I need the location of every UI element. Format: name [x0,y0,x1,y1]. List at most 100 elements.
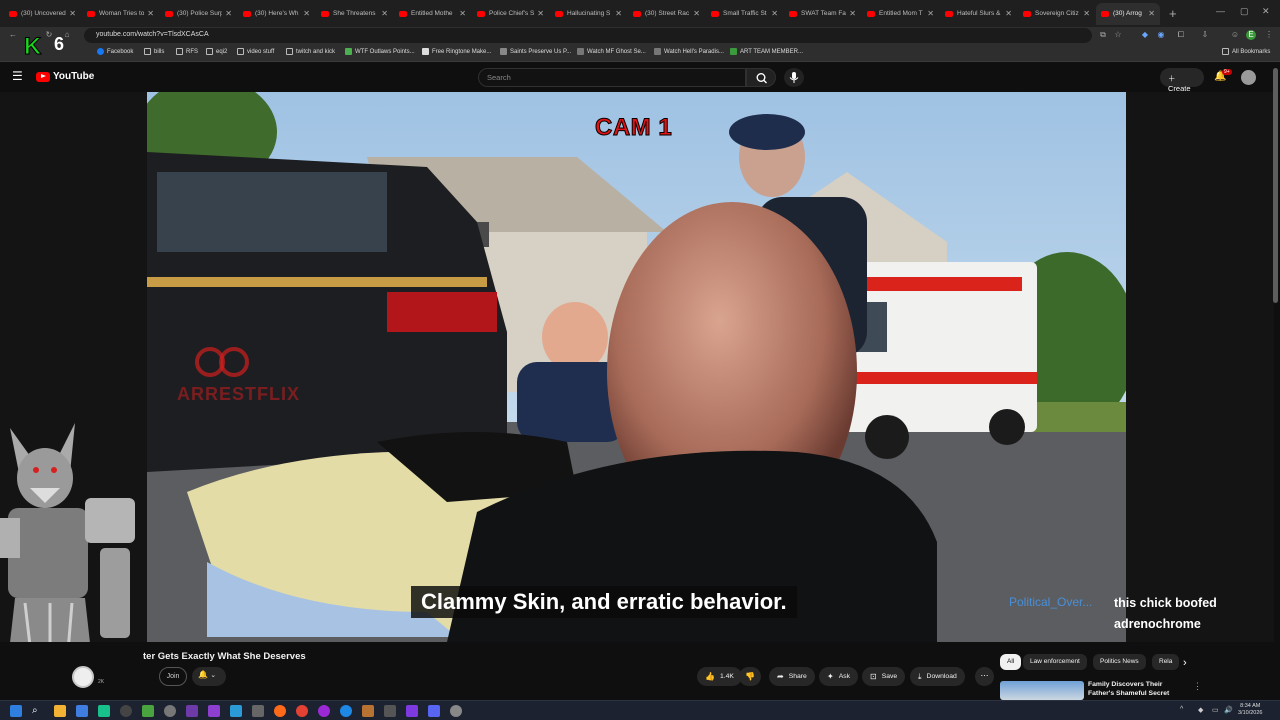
close-window-icon[interactable]: ✕ [1262,6,1270,17]
chip-politics-news[interactable]: Politics News [1093,654,1146,670]
close-tab-icon[interactable]: ✕ [1083,9,1090,18]
close-tab-icon[interactable]: ✕ [459,9,466,18]
more-vertical-icon[interactable]: ⋮ [1193,681,1202,692]
bookmark-folder[interactable]: eqi2 [206,48,227,55]
close-tab-icon[interactable]: ✕ [1148,9,1155,18]
back-icon[interactable]: ← [8,30,18,40]
app-icon[interactable] [208,705,220,717]
app-icon[interactable] [164,705,176,717]
new-tab-button[interactable]: + [1169,6,1177,21]
search-input[interactable]: Search [478,68,746,87]
bookmark-item[interactable]: Saints Preserve Us P... [500,48,571,55]
app-icon[interactable] [76,705,88,717]
browser-tab[interactable]: Sovereign Citiz ✕ [1018,3,1095,25]
install-icon[interactable]: ⧉ [1098,30,1108,40]
bookmark-item[interactable]: Facebook [97,48,133,55]
close-tab-icon[interactable]: ✕ [1005,9,1012,18]
taskbar-clock[interactable]: 8:34 AM 3/10/2026 [1238,703,1262,717]
video-player[interactable]: CAM 1 ARRESTFLIX Clammy Skin, and errati… [147,92,1126,642]
firefox-icon[interactable] [274,705,286,717]
browser-tab[interactable]: Woman Tries to ✕ [82,3,159,25]
extensions-puzzle-icon[interactable]: ⧠ [1176,30,1186,40]
close-tab-icon[interactable]: ✕ [303,9,310,18]
bookmark-item[interactable]: Free Ringtone Make... [422,48,491,55]
profile-icon[interactable]: ☺ [1230,30,1240,40]
browser-tab[interactable]: She Threatens ✕ [316,3,393,25]
profile-avatar-icon[interactable]: E [1246,30,1256,40]
maximize-icon[interactable]: ▢ [1240,6,1249,17]
windows-start-icon[interactable] [10,705,22,717]
app-icon[interactable] [252,705,264,717]
search-button[interactable] [746,68,776,87]
file-explorer-icon[interactable] [54,705,66,717]
voice-search-button[interactable] [784,68,804,87]
app-icon[interactable] [384,705,396,717]
share-button[interactable]: ➦ Share [769,667,815,686]
search-icon[interactable]: ⌕ [32,705,44,717]
app-icon[interactable] [340,705,352,717]
chevron-right-icon[interactable]: › [1183,657,1187,669]
browser-menu-icon[interactable]: ⋮ [1264,30,1274,40]
chip-law-enforcement[interactable]: Law enforcement [1023,654,1087,670]
browser-tab[interactable]: Entitled Mom T ✕ [862,3,939,25]
chip-all[interactable]: All [1000,654,1022,670]
recommendation-thumbnail[interactable] [1000,681,1084,700]
download-button[interactable]: ⤓ Download [910,667,965,686]
close-tab-icon[interactable]: ✕ [537,9,544,18]
save-button[interactable]: ⊡ Save [862,667,906,686]
app-icon[interactable] [186,705,198,717]
network-icon[interactable]: ▭ [1212,706,1219,714]
minimize-icon[interactable]: — [1216,6,1225,16]
subscription-bell-button[interactable]: 🔔 ⌄ [192,667,226,686]
extension-icon[interactable]: ◆ [1140,30,1150,40]
volume-icon[interactable]: 🔊 [1224,706,1233,714]
hamburger-menu-icon[interactable]: ☰ [12,69,23,83]
browser-tab[interactable]: Hateful Slurs & ✕ [940,3,1017,25]
audio-icon[interactable]: ◉ [1156,30,1166,40]
browser-tab[interactable]: SWAT Team Fa ✕ [784,3,861,25]
browser-tab[interactable]: Hallucinating S ✕ [550,3,627,25]
bookmark-item[interactable]: Watch MF Ghost Se... [577,48,646,55]
bookmark-item[interactable]: ART TEAM MEMBER... [730,48,803,55]
app-icon[interactable] [120,705,132,717]
account-avatar[interactable] [1241,70,1256,85]
bookmark-item[interactable]: Watch Hell's Paradis... [654,48,724,55]
join-button[interactable]: Join [159,667,187,686]
channel-avatar[interactable] [72,666,94,688]
close-tab-icon[interactable]: ✕ [147,9,154,18]
settings-gear-icon[interactable] [450,705,462,717]
app-icon[interactable] [98,705,110,717]
browser-tab[interactable]: (30) Here's Wh ✕ [238,3,315,25]
app-icon[interactable] [142,705,154,717]
chrome-icon[interactable] [296,705,308,717]
browser-tab[interactable]: Small Traffic St ✕ [706,3,783,25]
browser-tab[interactable]: Police Chief's S ✕ [472,3,549,25]
browser-tab[interactable]: (30) Police Surp ✕ [160,3,237,25]
bookmark-item[interactable]: WTF Outlaws Points... [345,48,415,55]
youtube-logo[interactable]: YouTube [36,71,94,82]
close-tab-icon[interactable]: ✕ [381,9,388,18]
close-tab-icon[interactable]: ✕ [849,9,856,18]
all-bookmarks-folder[interactable]: All Bookmarks [1222,48,1270,55]
app-icon[interactable] [318,705,330,717]
ask-button[interactable]: ✦ Ask [819,667,859,686]
bookmark-folder[interactable]: video stuff [237,48,274,55]
create-button[interactable]: ＋ Create [1160,68,1204,93]
browser-tab-active[interactable]: (30) Arrog ✕ [1096,2,1160,25]
tray-chevron-up-icon[interactable]: ^ [1180,706,1183,713]
close-tab-icon[interactable]: ✕ [771,9,778,18]
close-tab-icon[interactable]: ✕ [693,9,700,18]
url-field[interactable]: youtube.com/watch?v=TlsdXCAsCA [84,28,1092,43]
browser-tab[interactable]: Entitled Mothe ✕ [394,3,471,25]
app-icon[interactable] [406,705,418,717]
app-icon[interactable] [428,705,440,717]
close-tab-icon[interactable]: ✕ [225,9,232,18]
bookmark-folder[interactable]: RFS [176,48,198,55]
app-icon[interactable] [230,705,242,717]
browser-tab[interactable]: (30) Uncovered ✕ [4,3,81,25]
dislike-button[interactable]: 👎 [739,667,761,686]
close-tab-icon[interactable]: ✕ [615,9,622,18]
bookmark-folder[interactable]: bills [144,48,164,55]
chip-related[interactable]: Rela [1152,654,1180,670]
app-icon[interactable] [362,705,374,717]
